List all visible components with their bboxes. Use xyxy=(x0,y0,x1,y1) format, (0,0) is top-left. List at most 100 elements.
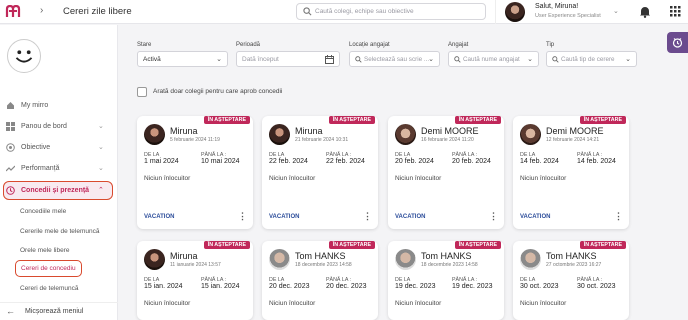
sidebar-item-concedii[interactable]: Concedii și prezență ⌃ xyxy=(3,181,113,200)
approver-only-checkbox-label: Arată doar colegii pentru care aprob con… xyxy=(153,88,283,95)
sidebar-item-panou-de-bord[interactable]: Panou de bord ⌄ xyxy=(0,119,118,135)
leave-request-card[interactable]: ÎN AȘTEPTARE Tom HANKS 18 decembrie 2023 1… xyxy=(262,241,378,320)
chevron-down-icon: ⌄ xyxy=(527,56,533,63)
arrow-left-icon: ← xyxy=(6,306,15,316)
sidebar-subitem-orele-mele-libere[interactable]: Orele mele libere xyxy=(20,247,70,254)
filter-tip-select[interactable]: Caută tip de cerere ⌄ xyxy=(546,51,637,67)
filter-angajat-select[interactable]: Caută nume angajat ⌄ xyxy=(448,51,539,67)
leave-request-card[interactable]: ÎN AȘTEPTARE Miruna 5 februarie 2024 11:19… xyxy=(137,116,253,229)
approver-only-checkbox[interactable] xyxy=(137,87,147,97)
replacement-text: Niciun înlocuitor xyxy=(395,300,442,307)
search-icon xyxy=(454,56,461,63)
to-date: 14 feb. 2024 xyxy=(577,158,616,165)
to-date: 30 oct. 2023 xyxy=(577,283,616,290)
leave-type: VACATION xyxy=(144,214,175,220)
replacement-text: Niciun înlocuitor xyxy=(269,175,316,182)
more-options-icon[interactable]: ⋮ xyxy=(489,211,498,222)
filter-tip-placeholder: Caută tip de cerere xyxy=(561,56,615,63)
filter-perioada-label: Perioadă xyxy=(236,42,261,48)
status-badge: ÎN AȘTEPTARE xyxy=(328,116,375,124)
sidebar-subitem-cereri-de-telemunca[interactable]: Cereri de telemuncă xyxy=(20,285,79,292)
calendar-icon[interactable] xyxy=(325,55,334,64)
request-created-date: 12 februarie 2024 14:21 xyxy=(546,137,600,143)
leave-type: VACATION xyxy=(395,214,426,220)
employee-name: Miruna xyxy=(170,126,198,136)
sidebar-subitem-cereri-de-concediu[interactable]: Cereri de concediu xyxy=(15,260,82,277)
top-bar: › Cereri zile libere Caută colegi, echip… xyxy=(0,0,688,24)
employee-avatar xyxy=(395,124,416,145)
filter-stare-select[interactable]: Activă ⌄ xyxy=(137,51,228,67)
calendar-clock-icon xyxy=(672,38,683,48)
filter-tip-label: Tip xyxy=(546,42,555,48)
search-icon xyxy=(303,7,312,16)
request-created-date: 5 februarie 2024 11:19 xyxy=(170,137,220,143)
status-badge: ÎN AȘTEPTARE xyxy=(579,241,626,249)
filter-angajat-placeholder: Caută nume angajat xyxy=(463,56,520,63)
replacement-text: Niciun înlocuitor xyxy=(144,300,191,307)
leave-request-card[interactable]: ÎN AȘTEPTARE Demi MOORE 12 februarie 2024 … xyxy=(513,116,629,229)
sidebar-item-label: Performanță xyxy=(21,165,60,172)
from-date: 1 mai 2024 xyxy=(144,158,179,165)
user-menu[interactable]: Salut, Miruna! User Experience Specialis… xyxy=(495,0,627,24)
dashboard-icon xyxy=(6,122,15,131)
collapse-menu-button[interactable]: ← Micșorează meniul xyxy=(0,302,118,320)
employee-name: Miruna xyxy=(170,251,198,261)
employee-name: Tom HANKS xyxy=(295,251,346,261)
leave-type: VACATION xyxy=(269,214,300,220)
leave-request-card[interactable]: ÎN AȘTEPTARE Miruna 21 februarie 2024 10:3… xyxy=(262,116,378,229)
leave-request-card[interactable]: ÎN AȘTEPTARE Miruna 11 ianuarie 2024 13:57… xyxy=(137,241,253,320)
global-search-input[interactable]: Caută colegi, echipe sau obiective xyxy=(296,3,486,20)
to-date: 20 dec. 2023 xyxy=(326,283,367,290)
sidebar-subitem-concediile-mele[interactable]: Concediile mele xyxy=(20,208,66,215)
sidebar-item-performanta[interactable]: Performanță ⌄ xyxy=(0,161,118,177)
chevron-down-icon: ⌄ xyxy=(98,165,104,172)
status-badge: ÎN AȘTEPTARE xyxy=(328,241,375,249)
sidebar-item-label: My mirro xyxy=(21,102,49,109)
apps-grid-icon[interactable] xyxy=(670,6,681,17)
employee-avatar xyxy=(144,249,165,270)
request-created-date: 18 decembrie 2023 14:58 xyxy=(295,262,352,268)
leave-request-card[interactable]: ÎN AȘTEPTARE Tom HANKS 27 octombrie 2023 1… xyxy=(513,241,629,320)
request-created-date: 18 decembrie 2023 14:58 xyxy=(421,262,478,268)
status-badge: ÎN AȘTEPTARE xyxy=(203,116,250,124)
status-badge: ÎN AȘTEPTARE xyxy=(454,241,501,249)
more-options-icon[interactable]: ⋮ xyxy=(363,211,372,222)
from-date: 22 feb. 2024 xyxy=(269,158,308,165)
sidebar: My mirro Panou de bord ⌄ Obiective ⌄ Per… xyxy=(0,25,118,320)
from-date: 20 dec. 2023 xyxy=(269,283,310,290)
sidebar-item-obiective[interactable]: Obiective ⌄ xyxy=(0,140,118,156)
notifications-bell-icon[interactable] xyxy=(639,5,651,18)
chevron-down-icon: ⌄ xyxy=(216,56,222,63)
floating-calendar-button[interactable] xyxy=(667,32,688,53)
filter-locatie-select[interactable]: Selectează sau scrie ... ⌄ xyxy=(349,51,440,67)
leave-request-card[interactable]: ÎN AȘTEPTARE Tom HANKS 18 decembrie 2023 1… xyxy=(388,241,504,320)
employee-name: Tom HANKS xyxy=(546,251,597,261)
trend-icon xyxy=(6,165,15,172)
chevron-down-icon: ⌄ xyxy=(98,144,104,151)
user-avatar xyxy=(505,2,525,22)
employee-avatar xyxy=(269,124,290,145)
from-date: 15 ian. 2024 xyxy=(144,283,183,290)
request-created-date: 27 octombrie 2023 16:27 xyxy=(546,262,602,268)
sidebar-subitem-cererile-mele-telemunca[interactable]: Cererile mele de telemuncă xyxy=(20,228,99,235)
page-title: Cereri zile libere xyxy=(63,6,132,17)
search-placeholder: Caută colegi, echipe sau obiective xyxy=(315,8,414,15)
sidebar-item-label: Concedii și prezență xyxy=(21,187,90,194)
from-date: 30 oct. 2023 xyxy=(520,283,559,290)
employee-name: Demi MOORE xyxy=(421,126,479,136)
replacement-text: Niciun înlocuitor xyxy=(269,300,316,307)
app-logo-icon[interactable] xyxy=(5,5,23,18)
filter-stare-value: Activă xyxy=(143,56,161,63)
filter-stare-label: Stare xyxy=(137,42,152,48)
to-date: 22 feb. 2024 xyxy=(326,158,365,165)
leave-request-card[interactable]: ÎN AȘTEPTARE Demi MOORE 16 februarie 2024 … xyxy=(388,116,504,229)
request-created-date: 16 februarie 2024 11:20 xyxy=(421,137,474,143)
filter-perioada-input[interactable]: Dată început xyxy=(236,51,340,67)
sidebar-item-label: Panou de bord xyxy=(21,123,67,130)
sidebar-item-my-mirro[interactable]: My mirro xyxy=(0,98,118,114)
back-chevron-icon[interactable]: › xyxy=(40,5,43,16)
chevron-down-icon: ⌄ xyxy=(98,123,104,130)
more-options-icon[interactable]: ⋮ xyxy=(238,211,247,222)
company-smiley-logo-icon xyxy=(7,39,41,73)
more-options-icon[interactable]: ⋮ xyxy=(614,211,623,222)
